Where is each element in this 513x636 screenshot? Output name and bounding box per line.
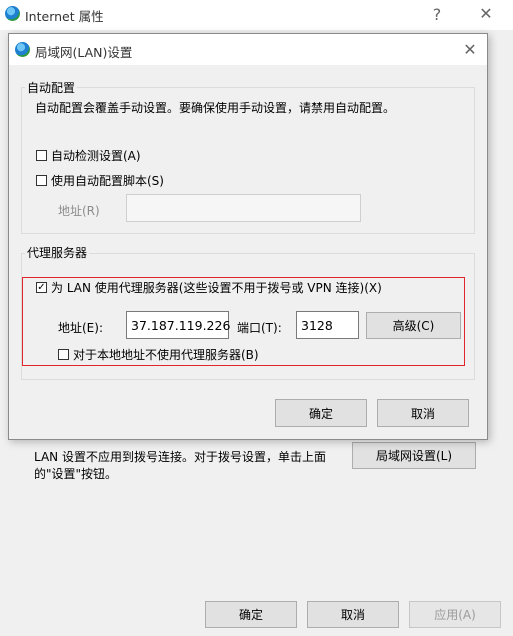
advanced-button[interactable]: 高级(C) — [366, 312, 461, 339]
lan-dialog-title: 局域网(LAN)设置 — [35, 45, 133, 60]
auto-detect-checkbox[interactable] — [36, 150, 47, 161]
bypass-local-checkbox[interactable] — [58, 349, 69, 360]
use-proxy-label: 为 LAN 使用代理服务器(这些设置不用于拨号或 VPN 连接)(X) — [51, 281, 382, 295]
outer-title-bar: Internet 属性 ? ✕ — [0, 0, 513, 30]
use-proxy-checkbox[interactable]: ✓ — [36, 282, 47, 293]
help-icon[interactable]: ? — [422, 5, 452, 24]
proxy-address-label: 地址(E): — [58, 321, 103, 335]
lan-close-icon[interactable]: ✕ — [455, 40, 485, 59]
outer-ok-button[interactable]: 确定 — [205, 601, 297, 628]
use-proxy-row[interactable]: ✓ 为 LAN 使用代理服务器(这些设置不用于拨号或 VPN 连接)(X) — [36, 279, 382, 296]
bypass-local-label: 对于本地地址不使用代理服务器(B) — [73, 348, 259, 362]
proxy-port-input[interactable]: 3128 — [296, 311, 359, 339]
auto-detect-row[interactable]: 自动检测设置(A) — [36, 147, 141, 164]
proxy-port-label: 端口(T): — [237, 321, 282, 335]
lan-dialog-title-bar: 局域网(LAN)设置 ✕ — [9, 34, 487, 65]
outer-cancel-button[interactable]: 取消 — [307, 601, 399, 628]
outer-window-title: Internet 属性 — [25, 9, 104, 24]
proxy-address-input[interactable]: 37.187.119.226 — [126, 311, 230, 339]
bypass-local-row[interactable]: 对于本地地址不使用代理服务器(B) — [58, 346, 259, 363]
script-address-label: 地址(R) — [58, 204, 100, 218]
outer-apply-button[interactable]: 应用(A) — [409, 601, 501, 628]
lan-note-text: LAN 设置不应用到拨号连接。对于拨号设置，单击上面的"设置"按钮。 — [34, 450, 326, 481]
lan-ok-button[interactable]: 确定 — [275, 399, 367, 427]
internet-globe-icon — [5, 6, 20, 21]
proxy-group-title: 代理服务器 — [25, 244, 90, 261]
auto-config-group-title: 自动配置 — [25, 79, 78, 96]
lan-globe-icon — [15, 42, 30, 57]
use-script-row[interactable]: 使用自动配置脚本(S) — [36, 172, 164, 189]
use-script-label: 使用自动配置脚本(S) — [51, 174, 164, 188]
auto-detect-label: 自动检测设置(A) — [51, 149, 141, 163]
lan-settings-button[interactable]: 局域网设置(L) — [352, 442, 476, 469]
auto-config-description: 自动配置会覆盖手动设置。要确保使用手动设置，请禁用自动配置。 — [35, 101, 396, 115]
outer-close-icon[interactable]: ✕ — [471, 4, 501, 23]
lan-cancel-button[interactable]: 取消 — [377, 399, 469, 427]
script-address-input[interactable] — [126, 194, 361, 222]
lan-settings-dialog: 局域网(LAN)设置 ✕ 自动配置 自动配置会覆盖手动设置。要确保使用手动设置，… — [8, 33, 488, 440]
use-script-checkbox[interactable] — [36, 175, 47, 186]
